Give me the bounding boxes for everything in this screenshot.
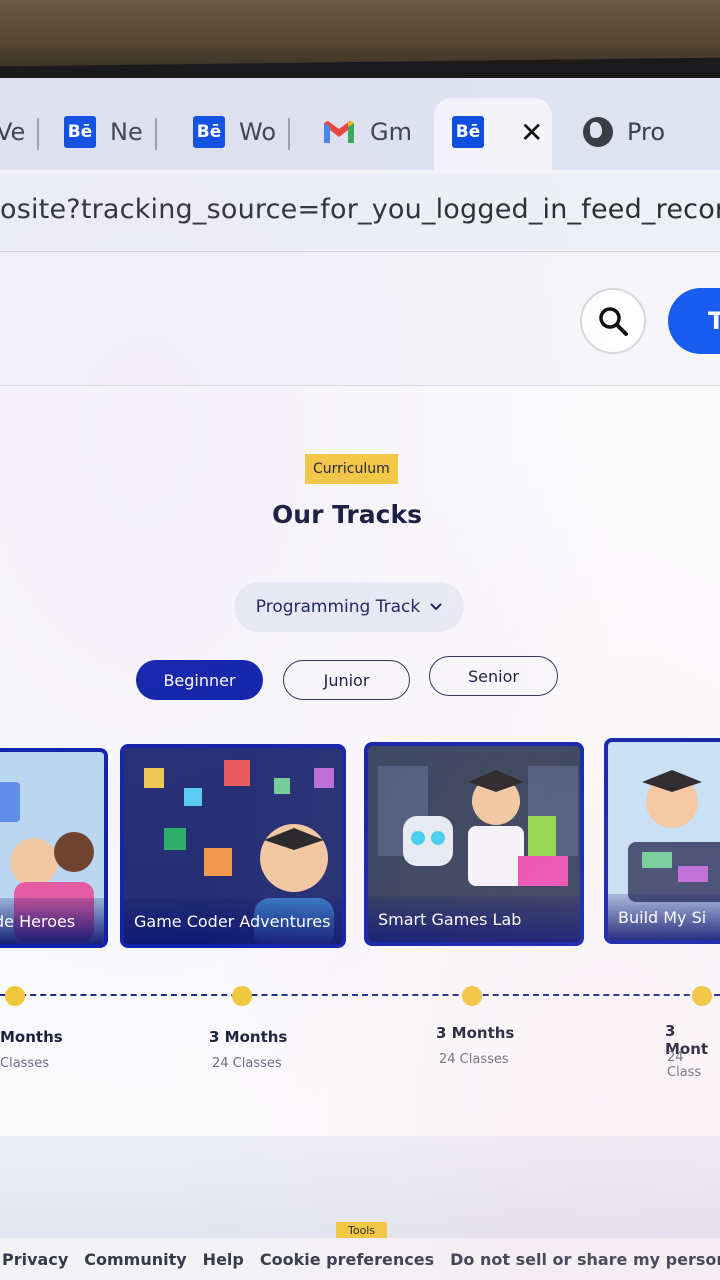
gmail-icon <box>324 121 354 143</box>
course-classes: 24 Classes <box>212 1056 282 1071</box>
tab-1[interactable]: Ve <box>0 108 40 156</box>
section-title: Our Tracks <box>272 500 422 529</box>
course-card[interactable]: Build My Si <box>604 738 720 944</box>
footer-link-community[interactable]: Community <box>84 1250 186 1269</box>
tab-2[interactable]: Bē Ne <box>64 108 157 156</box>
address-bar[interactable]: osite?tracking_source=for_you_logged_in_… <box>0 174 720 252</box>
track-dropdown-label: Programming Track <box>255 597 421 617</box>
course-classes: 24 Classes <box>439 1052 509 1067</box>
tab-separator <box>288 118 291 150</box>
tab-5-active[interactable]: Bē ✕ <box>452 108 543 156</box>
track-dropdown[interactable]: Programming Track <box>234 582 464 632</box>
course-card[interactable]: Game Coder Adventures <box>120 744 346 948</box>
course-duration: 3 Months <box>209 1028 288 1046</box>
course-title: de Heroes <box>0 898 104 944</box>
tab-label: Ne <box>110 118 143 146</box>
course-duration: Months <box>0 1028 63 1046</box>
tab-label: Gm <box>370 118 412 146</box>
course-card[interactable]: de Heroes <box>0 748 108 948</box>
footer-link-help[interactable]: Help <box>203 1250 244 1269</box>
project-content: Curriculum Our Tracks Programming Track … <box>0 386 720 1280</box>
tab-bar: Ve Bē Ne Bē Wo Gm Bē ✕ Pro <box>0 78 720 172</box>
browser-window: Ve Bē Ne Bē Wo Gm Bē ✕ Pro osite?trackin… <box>0 78 720 1280</box>
level-beginner-button[interactable]: Beginner <box>136 660 263 700</box>
timeline-line <box>0 994 720 997</box>
level-junior-button[interactable]: Junior <box>283 660 410 700</box>
footer-links: Privacy Community Help Cookie preference… <box>0 1238 720 1280</box>
behance-icon: Bē <box>64 116 96 148</box>
course-duration: 3 Months <box>436 1024 515 1042</box>
timeline-dot <box>462 986 482 1006</box>
course-title: Build My Si <box>608 894 720 940</box>
timeline-dot <box>232 986 252 1006</box>
course-title: Smart Games Lab <box>368 896 580 942</box>
tab-6[interactable]: Pro <box>583 108 665 156</box>
timeline-dot <box>692 986 712 1006</box>
behance-icon: Bē <box>452 116 484 148</box>
level-senior-button[interactable]: Senior <box>429 656 558 696</box>
course-card[interactable]: Smart Games Lab <box>364 742 584 946</box>
site-header: T <box>0 258 720 386</box>
url-text[interactable]: osite?tracking_source=for_you_logged_in_… <box>0 194 720 225</box>
curriculum-badge: Curriculum <box>305 454 398 484</box>
close-tab-icon[interactable]: ✕ <box>520 116 543 149</box>
tab-separator <box>154 118 157 150</box>
tab-4[interactable]: Gm <box>322 108 412 156</box>
tab-label: Pro <box>627 118 666 146</box>
footer-link-do-not-sell[interactable]: Do not sell or share my personal i <box>450 1250 720 1269</box>
timeline-dot <box>5 986 25 1006</box>
tab-label: Ve <box>0 118 26 146</box>
footer-link-privacy[interactable]: Privacy <box>2 1250 68 1269</box>
globe-icon <box>583 117 613 147</box>
search-button[interactable] <box>580 288 646 354</box>
behance-icon: Bē <box>193 116 225 148</box>
tab-label: Wo <box>239 118 277 146</box>
course-title: Game Coder Adventures <box>124 898 342 944</box>
tab-separator <box>37 118 40 150</box>
chevron-down-icon <box>430 603 442 611</box>
course-classes: Classes <box>0 1056 49 1071</box>
tab-3[interactable]: Bē Wo <box>193 108 291 156</box>
course-classes: 24 Class <box>667 1050 702 1080</box>
tools-tab[interactable]: Tools <box>336 1222 388 1239</box>
search-icon <box>599 307 628 336</box>
cta-button[interactable]: T <box>668 288 720 354</box>
footer-link-cookie-preferences[interactable]: Cookie preferences <box>260 1250 434 1269</box>
